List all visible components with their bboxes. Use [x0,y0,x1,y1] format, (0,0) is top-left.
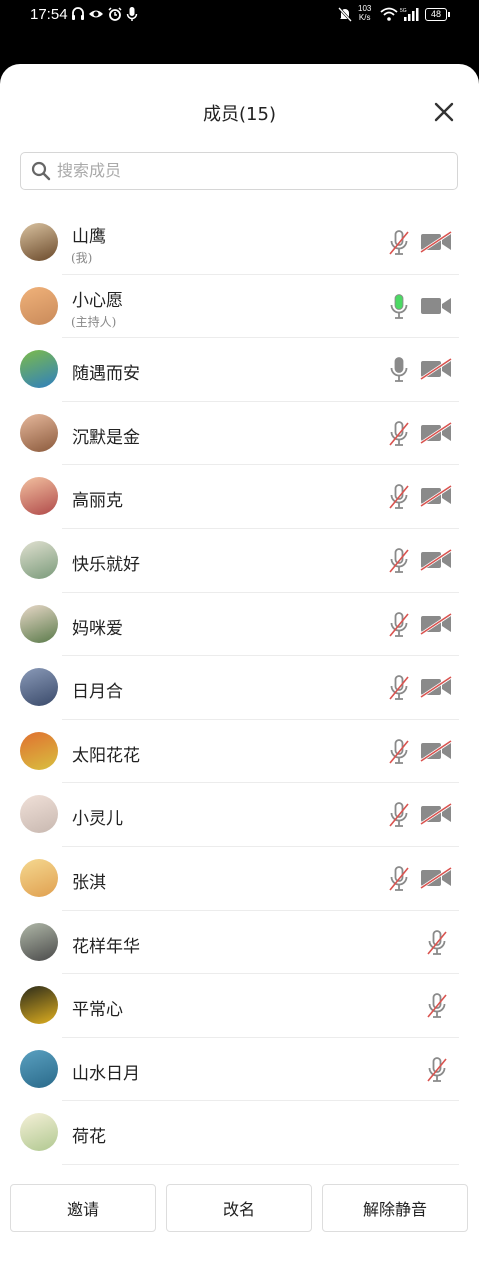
member-row[interactable]: 小灵儿 [0,783,479,847]
member-name: 山水日月 [72,1063,140,1084]
close-icon[interactable] [432,100,456,124]
camera-off-icon[interactable] [420,421,452,444]
member-name: 随遇而安 [72,364,140,385]
microphone-muted-icon[interactable] [388,738,410,765]
camera-off-icon[interactable] [420,548,452,571]
status-time: 17:54 [30,6,68,23]
member-row[interactable]: 花样年华 [0,911,479,975]
member-row[interactable]: 荷花 [0,1101,479,1165]
member-name: 张淇 [72,872,106,893]
member-role: (我) [71,251,93,265]
member-name: 高丽克 [72,491,123,512]
avatar [20,731,58,770]
members-panel: 成员(15) 山鹰 (我) 小心愿 (主持人) 随遇而安 沉默是金 高丽克 快乐就好… [0,64,479,1280]
avatar [20,350,58,389]
avatar [20,604,58,643]
member-row[interactable]: 快乐就好 [0,529,479,593]
camera-off-icon[interactable] [420,739,452,762]
wifi-icon [380,7,398,21]
unmute-button[interactable]: 解除静音 [322,1184,468,1232]
member-role: (主持人) [71,314,117,329]
avatar [20,286,58,325]
member-row[interactable]: 随遇而安 [0,338,479,402]
microphone-muted-icon[interactable] [388,230,410,256]
network-speed: 103 K/s [358,4,372,22]
svg-text:5G: 5G [400,8,407,14]
member-name: 太阳花花 [72,745,140,766]
camera-off-icon[interactable] [420,231,452,253]
search-icon [31,161,51,181]
member-row[interactable]: 日月合 [0,656,479,720]
avatar [20,795,58,834]
microphone-status-icon [126,7,138,21]
member-row[interactable]: 小心愿 (主持人) [0,275,479,339]
camera-off-icon[interactable] [420,358,452,381]
microphone-muted-icon[interactable] [388,484,410,510]
member-name: 小灵儿 [72,809,123,830]
camera-off-icon[interactable] [420,866,452,889]
camera-off-icon[interactable] [420,803,452,826]
camera-off-icon[interactable] [420,676,452,699]
member-row[interactable]: 高丽克 [0,465,479,529]
invite-button[interactable]: 邀请 [10,1184,156,1232]
member-name: 荷花 [72,1127,106,1148]
member-name: 快乐就好 [72,554,140,575]
member-name: 花样年华 [72,936,140,957]
avatar [20,413,58,452]
microphone-icon[interactable] [388,357,410,383]
member-row[interactable]: 山鹰 (我) [0,211,479,275]
avatar [20,1113,58,1152]
avatar [20,477,58,516]
microphone-muted-icon[interactable] [388,420,410,447]
status-bar: 17:54 103 K/s 5G 48 [0,0,479,32]
search-input[interactable] [57,153,447,188]
member-row[interactable]: 平常心 [0,974,479,1038]
member-row[interactable]: 太阳花花 [0,720,479,784]
mute-bell-icon [338,7,352,22]
avatar [20,922,58,961]
camera-off-icon[interactable] [420,485,452,508]
member-list: 山鹰 (我) 小心愿 (主持人) 随遇而安 沉默是金 高丽克 快乐就好 妈咪爱 日月… [0,211,479,1165]
camera-icon[interactable] [420,295,452,317]
headphones-icon [72,7,84,20]
microphone-muted-icon[interactable] [426,1056,448,1083]
microphone-muted-icon[interactable] [426,993,448,1019]
member-row[interactable]: 山水日月 [0,1038,479,1102]
panel-title: 成员(15) [203,104,276,125]
footer-actions: 邀请 改名 解除静音 [0,1184,479,1234]
microphone-muted-icon[interactable] [388,866,410,892]
avatar [20,540,58,579]
alarm-icon [108,7,122,21]
microphone-muted-icon[interactable] [388,611,410,638]
search-box[interactable] [20,152,458,190]
member-name: 山鹰 [72,227,106,247]
avatar [20,223,58,261]
rename-button[interactable]: 改名 [166,1184,312,1232]
microphone-icon[interactable] [388,293,410,320]
avatar [20,858,58,897]
microphone-muted-icon[interactable] [426,929,448,956]
camera-off-icon[interactable] [420,612,452,635]
signal-icon: 5G [400,8,419,21]
avatar [20,986,58,1025]
microphone-muted-icon[interactable] [388,548,410,574]
member-name: 妈咪爱 [72,618,123,639]
member-row[interactable]: 张淇 [0,847,479,911]
microphone-muted-icon[interactable] [388,675,410,701]
member-name: 小心愿 [72,290,123,311]
avatar [20,1049,58,1088]
eye-icon [89,10,103,18]
row-divider [62,1163,459,1165]
member-name: 沉默是金 [72,427,140,448]
microphone-muted-icon[interactable] [388,802,410,828]
member-name: 平常心 [72,1000,123,1021]
battery-indicator: 48 [425,8,450,21]
member-row[interactable]: 妈咪爱 [0,593,479,657]
member-name: 日月合 [72,682,123,703]
member-row[interactable]: 沉默是金 [0,402,479,466]
avatar [20,668,58,707]
